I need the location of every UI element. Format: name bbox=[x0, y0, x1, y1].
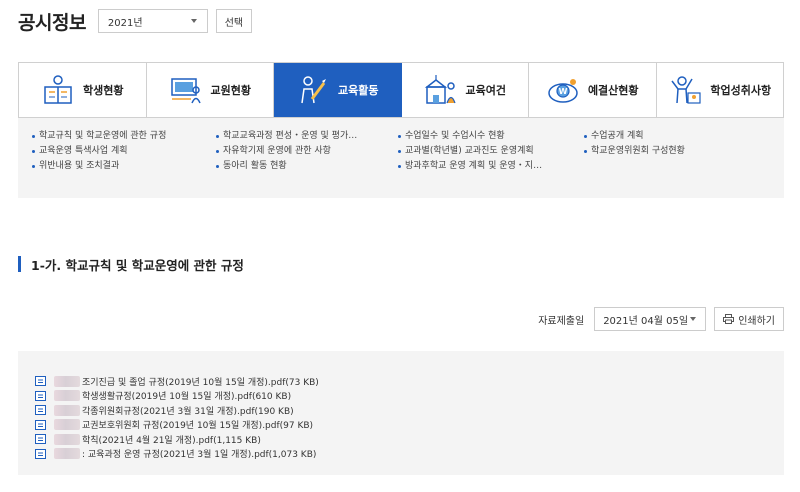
bullet-icon bbox=[584, 150, 587, 153]
document-icon bbox=[35, 376, 46, 387]
document-icon bbox=[35, 419, 46, 430]
submenu-item[interactable]: 학교교육과정 편성・운영 및 평가… bbox=[216, 129, 357, 144]
submenu-item[interactable]: 방과후학교 운영 계획 및 운영・지… bbox=[398, 159, 542, 174]
submenu-item[interactable]: 교육운영 특색사업 계획 bbox=[32, 144, 166, 159]
submenu-item[interactable]: 위반내용 및 조치결과 bbox=[32, 159, 166, 174]
printer-icon bbox=[723, 314, 735, 324]
section-heading: 1-가. 학교규칙 및 학교운영에 관한 규정 bbox=[18, 255, 244, 273]
tab-label: 교원현황 bbox=[210, 84, 251, 97]
activity-pencil-icon bbox=[296, 73, 330, 107]
redacted-thumbnail bbox=[54, 433, 80, 445]
bullet-icon bbox=[216, 150, 219, 153]
attachment-name: 학생생활규정(2019년 10월 15일 개정).pdf(610 KB) bbox=[82, 392, 292, 403]
bullet-icon bbox=[398, 165, 401, 168]
submenu-item[interactable]: 학교규칙 및 학교운영에 관한 규정 bbox=[32, 129, 166, 144]
school-building-icon bbox=[424, 73, 458, 107]
category-tabs: 학생현황 교원현황 교육활동 교육여건 W 예결산현황 학업성취사항 bbox=[18, 62, 784, 118]
date-select[interactable]: 2021년 04월 05일 bbox=[594, 307, 707, 331]
redacted-thumbnail bbox=[54, 390, 80, 402]
tab-teachers[interactable]: 교원현황 bbox=[146, 63, 274, 117]
page-title: 공시정보 bbox=[18, 11, 86, 34]
attachment-name: 조기진급 및 졸업 규정(2019년 10월 15일 개정).pdf(73 KB… bbox=[82, 377, 319, 388]
year-select-value: 2021년 bbox=[107, 17, 143, 29]
bullet-icon bbox=[398, 150, 401, 153]
bullet-icon bbox=[216, 135, 219, 138]
select-button[interactable]: 선택 bbox=[215, 9, 252, 33]
tab-students[interactable]: 학생현황 bbox=[19, 63, 147, 117]
document-icon bbox=[35, 405, 46, 416]
redacted-thumbnail bbox=[54, 404, 80, 416]
submenu-item[interactable]: 자유학기제 운영에 관한 사항 bbox=[216, 144, 357, 159]
bullet-icon bbox=[32, 150, 35, 153]
submenu-item[interactable]: 교과별(학년별) 교과진도 운영계획 bbox=[398, 144, 542, 159]
submenu-item[interactable]: 학교운영위원회 구성현황 bbox=[584, 144, 685, 159]
submission-meta: 자료제출일 2021년 04월 05일 인쇄하기 bbox=[538, 307, 784, 331]
bullet-icon bbox=[398, 135, 401, 138]
teacher-board-icon bbox=[169, 73, 203, 107]
submenu-item[interactable]: 동아리 활동 현황 bbox=[216, 159, 357, 174]
submenu-column: 수업일수 및 수업시수 현황 교과별(학년별) 교과진도 운영계획 방과후학교 … bbox=[398, 129, 542, 174]
bullet-icon bbox=[32, 165, 35, 168]
achievement-trophy-icon bbox=[668, 73, 702, 107]
attachment-item[interactable]: 조기진급 및 졸업 규정(2019년 10월 15일 개정).pdf(73 KB… bbox=[35, 374, 319, 389]
attachment-item[interactable]: 교권보호위원회 규정(2019년 10월 15일 개정).pdf(97 KB) bbox=[35, 418, 319, 433]
tab-label: 학생현황 bbox=[83, 84, 124, 97]
date-label: 자료제출일 bbox=[538, 315, 585, 327]
print-label: 인쇄하기 bbox=[738, 315, 775, 327]
heading-bar-icon bbox=[18, 256, 21, 272]
students-icon bbox=[41, 73, 75, 107]
document-icon bbox=[35, 390, 46, 401]
print-button[interactable]: 인쇄하기 bbox=[714, 307, 784, 331]
budget-coin-icon: W bbox=[546, 73, 580, 107]
submenu-column: 학교규칙 및 학교운영에 관한 규정 교육운영 특색사업 계획 위반내용 및 조… bbox=[32, 129, 166, 174]
tab-education-conditions[interactable]: 교육여건 bbox=[401, 63, 529, 117]
submenu-column: 수업공개 계획 학교운영위원회 구성현황 bbox=[584, 129, 685, 159]
attachment-item[interactable]: : 교육과정 운영 규정(2021년 3월 1일 개정).pdf(1,073 K… bbox=[35, 447, 319, 462]
section-title: 1-가. 학교규칙 및 학교운영에 관한 규정 bbox=[31, 257, 244, 273]
bullet-icon bbox=[584, 135, 587, 138]
bullet-icon bbox=[216, 165, 219, 168]
attachment-item[interactable]: 각종위원회규정(2021년 3월 31일 개정).pdf(190 KB) bbox=[35, 403, 319, 418]
redacted-thumbnail bbox=[54, 448, 80, 460]
attachment-item[interactable]: 학칙(2021년 4월 21일 개정).pdf(1,115 KB) bbox=[35, 432, 319, 447]
tab-education-activity[interactable]: 교육활동 bbox=[274, 63, 402, 117]
svg-text:W: W bbox=[559, 87, 568, 96]
year-select[interactable]: 2021년 bbox=[97, 9, 208, 33]
tab-budget[interactable]: W 예결산현황 bbox=[529, 63, 657, 117]
document-icon bbox=[35, 434, 46, 445]
submenu-panel: 학교규칙 및 학교운영에 관한 규정 교육운영 특색사업 계획 위반내용 및 조… bbox=[18, 118, 784, 198]
chevron-down-icon bbox=[690, 317, 697, 321]
attachment-item[interactable]: 학생생활규정(2019년 10월 15일 개정).pdf(610 KB) bbox=[35, 389, 319, 404]
submenu-column: 학교교육과정 편성・운영 및 평가… 자유학기제 운영에 관한 사항 동아리 활… bbox=[216, 129, 357, 174]
redacted-thumbnail bbox=[54, 375, 80, 387]
tab-label: 교육여건 bbox=[465, 84, 506, 97]
attachment-panel: 조기진급 및 졸업 규정(2019년 10월 15일 개정).pdf(73 KB… bbox=[18, 351, 784, 475]
submenu-item[interactable]: 수업일수 및 수업시수 현황 bbox=[398, 129, 542, 144]
page-header: 공시정보 2021년 선택 bbox=[18, 8, 252, 34]
attachment-name: 각종위원회규정(2021년 3월 31일 개정).pdf(190 KB) bbox=[82, 406, 294, 417]
tab-label: 교육활동 bbox=[338, 84, 379, 97]
tab-label: 예결산현황 bbox=[587, 84, 639, 97]
tab-label: 학업성취사항 bbox=[710, 84, 772, 97]
tab-achievement[interactable]: 학업성취사항 bbox=[656, 63, 784, 117]
attachment-list: 조기진급 및 졸업 규정(2019년 10월 15일 개정).pdf(73 KB… bbox=[35, 374, 319, 461]
bullet-icon bbox=[32, 135, 35, 138]
redacted-thumbnail bbox=[54, 419, 80, 431]
chevron-down-icon bbox=[190, 19, 197, 23]
document-icon bbox=[35, 448, 46, 459]
attachment-name: 학칙(2021년 4월 21일 개정).pdf(1,115 KB) bbox=[82, 435, 261, 446]
attachment-name: : 교육과정 운영 규정(2021년 3월 1일 개정).pdf(1,073 K… bbox=[82, 450, 317, 461]
submenu-item[interactable]: 수업공개 계획 bbox=[584, 129, 685, 144]
attachment-name: 교권보호위원회 규정(2019년 10월 15일 개정).pdf(97 KB) bbox=[82, 421, 314, 432]
date-select-value: 2021년 04월 05일 bbox=[603, 315, 689, 327]
